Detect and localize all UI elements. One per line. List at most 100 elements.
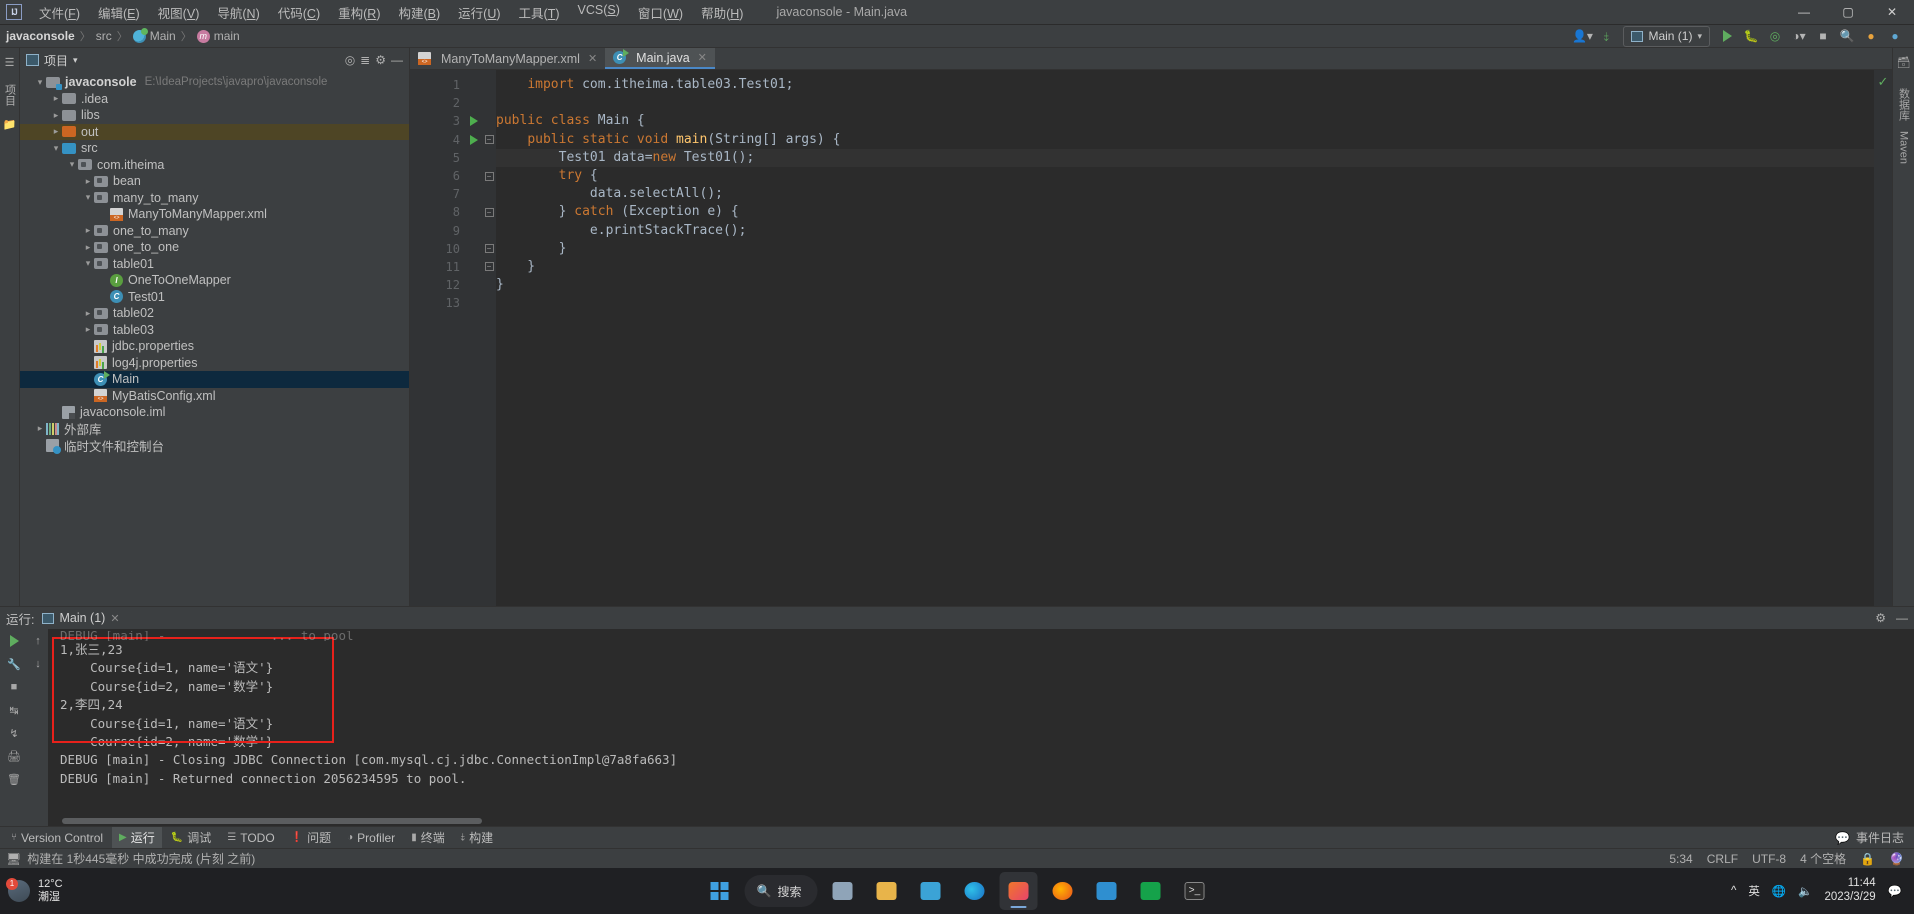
close-button[interactable]: ✕ bbox=[1870, 0, 1914, 24]
menu-item-4[interactable]: 代码(C) bbox=[269, 0, 329, 25]
inspection-icon[interactable]: 🔮 bbox=[1889, 852, 1904, 866]
chevron-down-icon[interactable]: ▾ bbox=[50, 143, 62, 154]
locate-target-icon[interactable]: ◎ bbox=[345, 53, 355, 67]
breadcrumb-project[interactable]: javaconsole bbox=[6, 29, 75, 43]
caret-position[interactable]: 5:34 bbox=[1669, 852, 1692, 866]
menu-item-6[interactable]: 构建(B) bbox=[389, 0, 449, 25]
menu-item-1[interactable]: 编辑(E) bbox=[89, 0, 149, 25]
run-configuration-selector[interactable]: Main (1) ▾ bbox=[1623, 25, 1710, 47]
gear-icon[interactable]: ⚙ bbox=[375, 53, 386, 67]
run-gutter-icon[interactable] bbox=[466, 112, 482, 130]
project-panel-title[interactable]: 项目 ▾ bbox=[26, 52, 78, 69]
editor-tab-manytomanymapper-xml[interactable]: ManyToManyMapper.xml ✕ bbox=[410, 48, 605, 69]
stop-icon[interactable]: ■ bbox=[6, 679, 22, 695]
profile-icon[interactable]: ◑▾ bbox=[1788, 26, 1810, 46]
tree-node-table01[interactable]: ▾ table01 bbox=[20, 256, 409, 273]
chevron-right-icon[interactable]: ▸ bbox=[34, 423, 46, 434]
minimize-button[interactable]: — bbox=[1782, 0, 1826, 24]
chevron-up-icon[interactable]: ^ bbox=[1731, 885, 1736, 897]
tool-window-button-问题[interactable]: ❗ 问题 bbox=[284, 827, 338, 848]
netease-button[interactable] bbox=[1131, 872, 1169, 910]
tree-node-many_to_many[interactable]: ▾ many_to_many bbox=[20, 190, 409, 207]
hide-panel-icon[interactable]: — bbox=[1896, 611, 1908, 625]
ime-language-indicator[interactable]: 英 bbox=[1748, 883, 1760, 899]
tree-node-manytomanymapper.xml[interactable]: ManyToManyMapper.xml bbox=[20, 206, 409, 223]
start-button[interactable] bbox=[701, 872, 739, 910]
debug-icon[interactable]: 🐛 bbox=[1740, 26, 1762, 46]
tree-node-bean[interactable]: ▸ bean bbox=[20, 173, 409, 190]
code-area[interactable]: 1 2 3 4 5 6 7 8 9 10 11 12 13 − − − − − import com.ithei… bbox=[410, 70, 1892, 606]
lock-icon[interactable]: 🔒 bbox=[1860, 852, 1875, 866]
menu-item-3[interactable]: 导航(N) bbox=[208, 0, 268, 25]
tree-node-src[interactable]: ▾ src bbox=[20, 140, 409, 157]
close-icon[interactable]: ✕ bbox=[110, 612, 119, 625]
chevron-right-icon[interactable]: ▸ bbox=[82, 225, 94, 236]
tree-node-libs[interactable]: ▸ libs bbox=[20, 107, 409, 124]
task-view-button[interactable] bbox=[823, 872, 861, 910]
menu-item-7[interactable]: 运行(U) bbox=[449, 0, 509, 25]
soft-wrap-icon[interactable]: ↹ bbox=[6, 702, 22, 718]
chevron-down-icon[interactable]: ▾ bbox=[66, 159, 78, 170]
run-icon[interactable] bbox=[1716, 26, 1738, 46]
tree-node-one_to_many[interactable]: ▸ one_to_many bbox=[20, 223, 409, 240]
tree-node-javaconsole[interactable]: ▾ javaconsole E:\IdeaProjects\javapro\java… bbox=[20, 74, 409, 91]
tool-window-button-version-control[interactable]: ⑂ Version Control bbox=[4, 829, 110, 847]
firefox-button[interactable] bbox=[1043, 872, 1081, 910]
hide-panel-icon[interactable]: — bbox=[391, 53, 403, 67]
chevron-right-icon[interactable]: ▸ bbox=[50, 126, 62, 137]
project-tree[interactable]: ▾ javaconsole E:\IdeaProjects\javapro\java… bbox=[20, 72, 409, 606]
project-panel-icon[interactable]: ☰ bbox=[2, 54, 18, 70]
tree-node-out[interactable]: ▸ out bbox=[20, 123, 409, 140]
close-icon[interactable]: ✕ bbox=[698, 51, 707, 64]
up-arrow-icon[interactable]: ↑ bbox=[30, 633, 46, 649]
intellij-taskbar-button[interactable] bbox=[999, 872, 1038, 910]
fold-toggle-icon[interactable]: − bbox=[482, 131, 496, 149]
tool-window-button-构建[interactable]: ⤈ 构建 bbox=[454, 827, 500, 848]
menu-bar[interactable]: 文件(F) 编辑(E) 视图(V) 导航(N) 代码(C) 重构(R) 构建(B) 运行(U)… bbox=[30, 0, 752, 25]
chevron-right-icon[interactable]: ▸ bbox=[82, 324, 94, 335]
print-icon[interactable]: 🖨 bbox=[6, 748, 22, 764]
clear-all-icon[interactable]: 🗑 bbox=[6, 771, 22, 787]
fold-toggle-icon[interactable]: − bbox=[482, 258, 496, 276]
fold-toggle-icon[interactable]: − bbox=[482, 203, 496, 221]
scroll-to-end-icon[interactable]: ↯ bbox=[6, 725, 22, 741]
left-strip-label-project[interactable]: 项目 bbox=[2, 84, 18, 106]
gear-icon[interactable]: ⚙ bbox=[1875, 611, 1886, 625]
tree-node-javaconsole.iml[interactable]: javaconsole.iml bbox=[20, 404, 409, 421]
network-icon[interactable]: 🌐 bbox=[1772, 884, 1786, 898]
rerun-icon[interactable] bbox=[6, 633, 22, 649]
right-strip-label-maven[interactable]: Maven bbox=[1898, 131, 1910, 164]
tool-window-button-profiler[interactable]: ◑ Profiler bbox=[340, 829, 402, 847]
menu-item-2[interactable]: 视图(V) bbox=[149, 0, 209, 25]
menu-item-10[interactable]: 窗口(W) bbox=[629, 0, 692, 25]
tree-node----[interactable]: ▸ 外部库 bbox=[20, 421, 409, 437]
line-separator[interactable]: CRLF bbox=[1707, 852, 1738, 866]
notification-icon[interactable]: 💬 bbox=[1888, 884, 1902, 898]
console-output[interactable]: DEBUG [main] - ... to pool 1,张三,23 Course… bbox=[48, 629, 1914, 826]
chevron-right-icon[interactable]: ▸ bbox=[82, 242, 94, 253]
run-tab[interactable]: Main (1) ✕ bbox=[42, 611, 120, 625]
chevron-right-icon[interactable]: ▸ bbox=[82, 176, 94, 187]
fold-toggle-icon[interactable]: − bbox=[482, 167, 496, 185]
chevron-down-icon[interactable]: ▾ bbox=[73, 55, 78, 66]
chevron-down-icon[interactable]: ▾ bbox=[82, 192, 94, 203]
tree-node-test01[interactable]: C Test01 bbox=[20, 289, 409, 306]
tool-window-button-终端[interactable]: ▮ 终端 bbox=[404, 827, 452, 848]
tool-window-button-调试[interactable]: 🐛 调试 bbox=[164, 827, 218, 848]
maximize-button[interactable]: ▢ bbox=[1826, 0, 1870, 24]
vscode-button[interactable] bbox=[1087, 872, 1125, 910]
breadcrumb-src[interactable]: src bbox=[96, 29, 112, 43]
run-gutter-icon[interactable] bbox=[466, 131, 482, 149]
file-explorer-button[interactable] bbox=[867, 872, 905, 910]
tool-window-button-todo[interactable]: ☰ TODO bbox=[220, 829, 281, 847]
edge-button[interactable] bbox=[955, 872, 993, 910]
chevron-down-icon[interactable]: ▾ bbox=[82, 258, 94, 269]
tree-node-main[interactable]: C Main bbox=[20, 370, 409, 388]
right-strip-label-database[interactable]: 数据库 bbox=[1896, 88, 1912, 121]
tool-window-button-运行[interactable]: ▶ 运行 bbox=[112, 827, 162, 848]
breadcrumb-method[interactable]: main bbox=[196, 29, 240, 43]
tree-node-com.itheima[interactable]: ▾ com.itheima bbox=[20, 157, 409, 174]
user-icon[interactable]: 👤▾ bbox=[1571, 26, 1593, 46]
menu-item-11[interactable]: 帮助(H) bbox=[692, 0, 752, 25]
wrench-icon[interactable]: 🔧 bbox=[6, 656, 22, 672]
